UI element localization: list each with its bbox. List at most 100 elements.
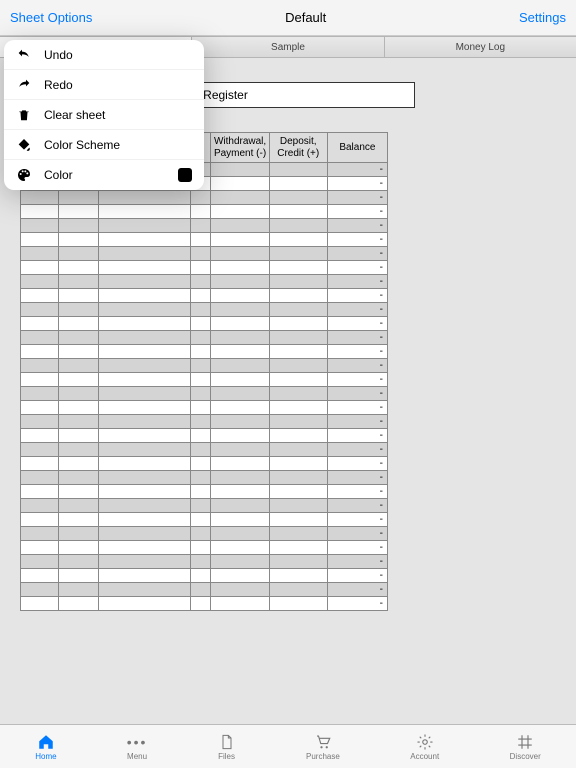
cell[interactable]	[59, 569, 99, 583]
table-row[interactable]: -	[21, 233, 388, 247]
table-row[interactable]: -	[21, 191, 388, 205]
cell[interactable]	[211, 219, 269, 233]
cell[interactable]	[211, 261, 269, 275]
cell-balance[interactable]: -	[327, 177, 387, 191]
cell[interactable]	[59, 597, 99, 611]
cell[interactable]	[59, 513, 99, 527]
cell[interactable]	[269, 275, 327, 289]
cell[interactable]	[211, 415, 269, 429]
cell-balance[interactable]: -	[327, 331, 387, 345]
table-row[interactable]: -	[21, 317, 388, 331]
table-row[interactable]: -	[21, 527, 388, 541]
cell[interactable]	[21, 429, 59, 443]
table-row[interactable]: -	[21, 597, 388, 611]
table-row[interactable]: -	[21, 569, 388, 583]
cell-balance[interactable]: -	[327, 205, 387, 219]
cell[interactable]	[21, 485, 59, 499]
bb-account[interactable]: Account	[410, 733, 439, 761]
cell[interactable]	[191, 373, 211, 387]
cell[interactable]	[269, 163, 327, 177]
cell[interactable]	[99, 401, 191, 415]
cell[interactable]	[211, 345, 269, 359]
cell-balance[interactable]: -	[327, 555, 387, 569]
table-row[interactable]: -	[21, 429, 388, 443]
cell[interactable]	[99, 485, 191, 499]
cell[interactable]	[211, 541, 269, 555]
table-row[interactable]: -	[21, 345, 388, 359]
cell[interactable]	[99, 303, 191, 317]
settings-button[interactable]: Settings	[519, 10, 566, 25]
cell[interactable]	[269, 205, 327, 219]
cell[interactable]	[269, 331, 327, 345]
cell[interactable]	[211, 289, 269, 303]
cell[interactable]	[211, 317, 269, 331]
cell[interactable]	[191, 541, 211, 555]
cell[interactable]	[211, 513, 269, 527]
cell[interactable]	[269, 219, 327, 233]
cell[interactable]	[191, 219, 211, 233]
cell-balance[interactable]: -	[327, 359, 387, 373]
cell[interactable]	[59, 527, 99, 541]
cell[interactable]	[211, 401, 269, 415]
cell[interactable]	[191, 317, 211, 331]
table-row[interactable]: -	[21, 401, 388, 415]
cell[interactable]	[21, 597, 59, 611]
cell-balance[interactable]: -	[327, 373, 387, 387]
cell[interactable]	[21, 303, 59, 317]
clear-sheet-item[interactable]: Clear sheet	[4, 100, 204, 130]
table-row[interactable]: -	[21, 275, 388, 289]
cell[interactable]	[269, 513, 327, 527]
cell[interactable]	[59, 387, 99, 401]
cell[interactable]	[269, 401, 327, 415]
cell[interactable]	[99, 219, 191, 233]
table-row[interactable]: -	[21, 471, 388, 485]
cell[interactable]	[21, 247, 59, 261]
cell[interactable]	[99, 275, 191, 289]
cell[interactable]	[191, 331, 211, 345]
cell[interactable]	[269, 485, 327, 499]
cell[interactable]	[269, 233, 327, 247]
cell[interactable]	[59, 443, 99, 457]
cell[interactable]	[59, 219, 99, 233]
cell-balance[interactable]: -	[327, 401, 387, 415]
cell[interactable]	[211, 597, 269, 611]
cell-balance[interactable]: -	[327, 513, 387, 527]
cell-balance[interactable]: -	[327, 499, 387, 513]
cell[interactable]	[269, 499, 327, 513]
table-row[interactable]: -	[21, 457, 388, 471]
cell[interactable]	[211, 471, 269, 485]
table-row[interactable]: -	[21, 387, 388, 401]
cell[interactable]	[191, 275, 211, 289]
table-row[interactable]: -	[21, 331, 388, 345]
table-row[interactable]: -	[21, 499, 388, 513]
bb-files[interactable]: Files	[218, 733, 236, 761]
cell[interactable]	[59, 471, 99, 485]
cell[interactable]	[99, 443, 191, 457]
cell-balance[interactable]: -	[327, 275, 387, 289]
cell-balance[interactable]: -	[327, 597, 387, 611]
cell[interactable]	[269, 597, 327, 611]
cell[interactable]	[269, 317, 327, 331]
cell[interactable]	[59, 289, 99, 303]
bb-purchase[interactable]: Purchase	[306, 733, 340, 761]
cell[interactable]	[269, 261, 327, 275]
cell[interactable]	[99, 289, 191, 303]
cell[interactable]	[191, 597, 211, 611]
cell[interactable]	[269, 527, 327, 541]
cell[interactable]	[191, 429, 211, 443]
cell[interactable]	[99, 499, 191, 513]
cell[interactable]	[191, 555, 211, 569]
cell[interactable]	[269, 247, 327, 261]
cell[interactable]	[21, 233, 59, 247]
tab-sample[interactable]: Sample	[192, 36, 384, 57]
table-row[interactable]: -	[21, 219, 388, 233]
cell[interactable]	[211, 485, 269, 499]
cell-balance[interactable]: -	[327, 219, 387, 233]
cell-balance[interactable]: -	[327, 527, 387, 541]
cell[interactable]	[21, 569, 59, 583]
cell[interactable]	[21, 373, 59, 387]
cell[interactable]	[191, 303, 211, 317]
cell[interactable]	[59, 429, 99, 443]
cell[interactable]	[99, 247, 191, 261]
cell[interactable]	[59, 247, 99, 261]
